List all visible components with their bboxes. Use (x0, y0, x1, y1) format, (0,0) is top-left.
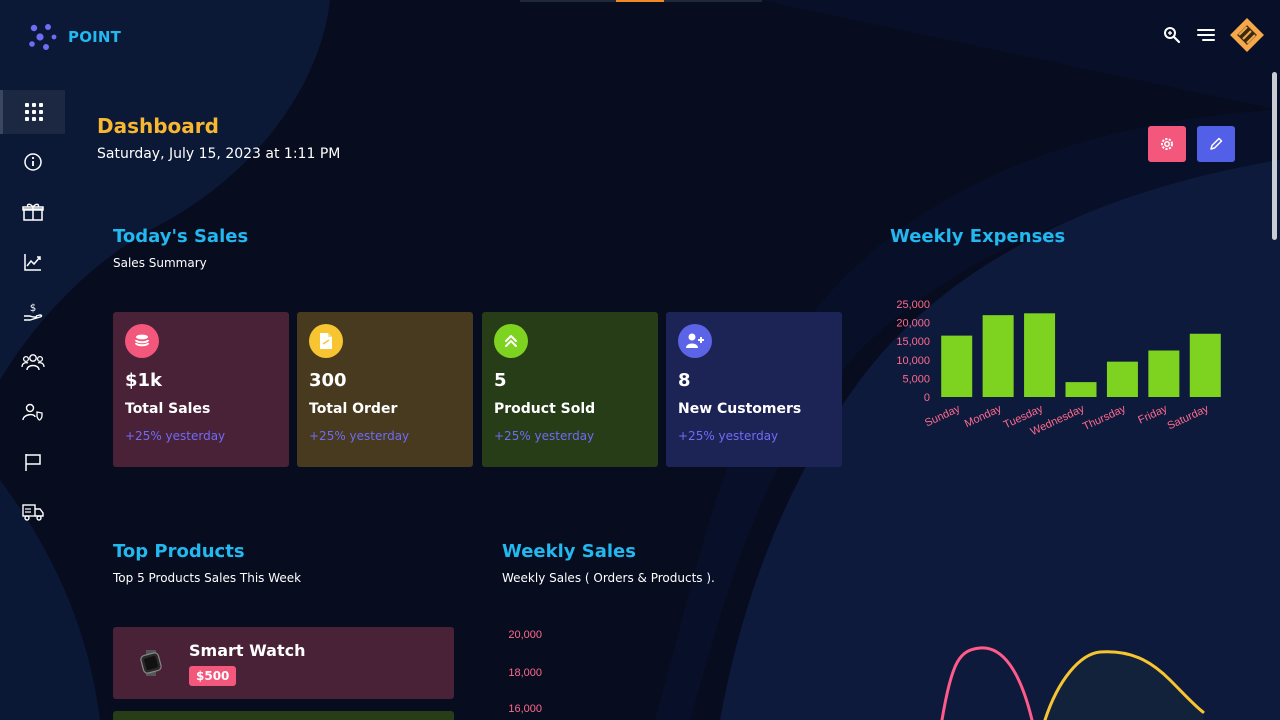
edit-button[interactable] (1197, 126, 1235, 162)
page-title: Dashboard (97, 114, 219, 138)
y-tick-label: 10,000 (896, 355, 930, 367)
sidebar-item-gifts[interactable] (0, 190, 65, 234)
stat-value: 8 (678, 370, 691, 391)
menu-icon (1197, 29, 1215, 41)
brand-name: POINT (68, 28, 122, 46)
search-button[interactable] (1162, 25, 1182, 45)
avatar-logo-icon (1230, 18, 1264, 52)
x-tick-label: Saturday (1166, 403, 1211, 433)
chart-line-icon (23, 254, 41, 271)
y-tick-label: 20,000 (508, 629, 542, 641)
bar[interactable] (1106, 361, 1138, 397)
stat-card-total-sales: $1k Total Sales +25% yesterday (113, 312, 289, 467)
search-icon (1164, 27, 1181, 44)
series-line (940, 646, 1034, 720)
pencil-icon (1210, 137, 1223, 150)
smartwatch-icon (113, 649, 189, 677)
sidebar-item-delivery[interactable] (0, 490, 65, 534)
sidebar-item-roles[interactable] (0, 390, 65, 434)
weekly-expenses-title: Weekly Expenses (890, 226, 1066, 247)
weekly-expenses-chart: 25,000 20,000 15,000 10,000 5,000 0Sunday Mond… (896, 299, 1221, 438)
weekly-sales-chart: 20,000 18,000 16,000 (508, 629, 1205, 720)
svg-text:$: $ (29, 303, 35, 314)
chevrons-up-icon (494, 324, 528, 358)
bar[interactable] (1189, 333, 1221, 397)
bar[interactable] (941, 335, 973, 397)
settings-button[interactable] (1148, 126, 1186, 162)
y-tick-label: 0 (924, 392, 930, 404)
product-item[interactable] (113, 711, 454, 720)
stat-change: +25% yesterday (125, 429, 226, 443)
users-icon (20, 354, 45, 371)
y-tick-label: 20,000 (896, 318, 930, 330)
stat-value: 5 (494, 370, 507, 391)
product-price-badge: $500 (189, 665, 237, 686)
sidebar: $ (0, 90, 65, 540)
product-item[interactable]: Smart Watch $500 (113, 627, 454, 699)
page-date: Saturday, July 15, 2023 at 1:11 PM (97, 146, 341, 162)
stat-change: +25% yesterday (309, 429, 410, 443)
sidebar-item-dashboard[interactable] (0, 90, 65, 134)
info-icon (23, 153, 42, 171)
product-name: Smart Watch (189, 640, 306, 660)
stat-value: $1k (125, 370, 163, 391)
series-area (1045, 651, 1203, 720)
stat-value: 300 (309, 370, 347, 391)
stat-card-total-order: 300 Total Order +25% yesterday (297, 312, 473, 467)
loading-bar (520, 0, 762, 2)
x-tick-label: Monday (963, 403, 1004, 431)
top-products-title: Top Products (113, 541, 245, 562)
stat-label: New Customers (678, 401, 802, 417)
stat-label: Total Sales (125, 401, 211, 417)
money-hand-icon: $ (23, 303, 42, 321)
x-tick-label: Sunday (923, 403, 962, 430)
document-icon (309, 324, 343, 358)
bar[interactable] (1024, 313, 1056, 397)
y-tick-label: 25,000 (896, 299, 930, 311)
y-tick-label: 15,000 (896, 336, 930, 348)
sidebar-item-info[interactable] (0, 140, 65, 184)
bar[interactable] (1148, 350, 1180, 398)
sidebar-item-finance[interactable]: $ (0, 290, 65, 334)
sidebar-item-users[interactable] (0, 340, 65, 384)
todays-sales-title: Today's Sales (113, 226, 249, 247)
stat-label: Product Sold (494, 401, 596, 417)
flag-icon (24, 454, 41, 471)
grid-icon (25, 103, 43, 121)
scrollbar-thumb[interactable] (1272, 72, 1277, 240)
truck-icon (21, 504, 44, 521)
stat-card-product-sold: 5 Product Sold +25% yesterday (482, 312, 658, 467)
y-tick-label: 16,000 (508, 703, 542, 715)
point-logo-icon (29, 24, 57, 50)
todays-sales-subtitle: Sales Summary (113, 256, 207, 270)
user-avatar[interactable] (1230, 18, 1264, 52)
gift-icon (21, 203, 44, 221)
bar[interactable] (982, 315, 1014, 397)
top-products-subtitle: Top 5 Products Sales This Week (113, 571, 302, 585)
x-tick-label: Thursday (1081, 403, 1128, 433)
sidebar-item-reports[interactable] (0, 440, 65, 484)
menu-button[interactable] (1196, 25, 1216, 45)
weekly-sales-subtitle: Weekly Sales ( Orders & Products ). (502, 571, 715, 585)
stat-card-new-customers: 8 New Customers +25% yesterday (666, 312, 842, 467)
user-shield-icon (21, 403, 43, 421)
user-plus-icon (678, 324, 712, 358)
stat-label: Total Order (309, 401, 398, 417)
bar[interactable] (1065, 382, 1097, 397)
y-tick-label: 18,000 (508, 667, 542, 679)
gear-icon (1161, 138, 1173, 150)
stat-change: +25% yesterday (678, 429, 779, 443)
header-actions (1162, 18, 1264, 52)
weekly-sales-title: Weekly Sales (502, 541, 636, 562)
y-tick-label: 5,000 (902, 373, 930, 385)
brand[interactable]: POINT (28, 22, 121, 52)
coins-icon (125, 324, 159, 358)
x-tick-label: Friday (1136, 403, 1169, 427)
stat-change: +25% yesterday (494, 429, 595, 443)
sidebar-item-analytics[interactable] (0, 240, 65, 284)
loading-bar-segment (616, 0, 664, 2)
